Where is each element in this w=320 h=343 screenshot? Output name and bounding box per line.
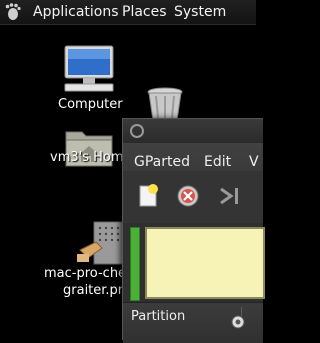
- home-label: vm3's Home: [50, 150, 132, 165]
- window-menu-icon[interactable]: [129, 123, 145, 139]
- menu-view[interactable]: V: [249, 154, 259, 170]
- gnome-foot-icon[interactable]: [4, 3, 22, 25]
- resize-grip-icon[interactable]: [231, 315, 245, 329]
- delete-icon[interactable]: [175, 183, 201, 209]
- top-panel: Applications Places System: [0, 0, 256, 25]
- image-file-label-line2: graiter.pn: [63, 283, 127, 298]
- toolbar: [123, 171, 263, 224]
- column-partition[interactable]: Partition: [131, 309, 185, 324]
- apply-icon[interactable]: [217, 183, 243, 209]
- computer-desktop-icon[interactable]: [61, 44, 117, 98]
- gparted-window: GParted Edit V Partition: [122, 118, 265, 343]
- menu-applications[interactable]: Applications: [33, 4, 119, 20]
- computer-icon: [64, 45, 114, 92]
- image-file-label-line1: mac-pro-che: [44, 266, 127, 281]
- window-titlebar[interactable]: [123, 119, 263, 143]
- image-file-desktop-icon[interactable]: [76, 220, 128, 270]
- partition-used-bar[interactable]: [130, 227, 140, 301]
- trash-icon: [147, 87, 183, 121]
- menu-places[interactable]: Places: [122, 4, 167, 20]
- menu-edit[interactable]: Edit: [204, 154, 231, 170]
- computer-label: Computer: [58, 97, 123, 112]
- partition-block[interactable]: [145, 227, 265, 299]
- menu-gparted[interactable]: GParted: [134, 154, 190, 170]
- image-file-icon: [77, 221, 127, 265]
- menu-system[interactable]: System: [174, 4, 226, 20]
- new-icon[interactable]: [135, 183, 161, 209]
- disk-graph: [123, 223, 265, 305]
